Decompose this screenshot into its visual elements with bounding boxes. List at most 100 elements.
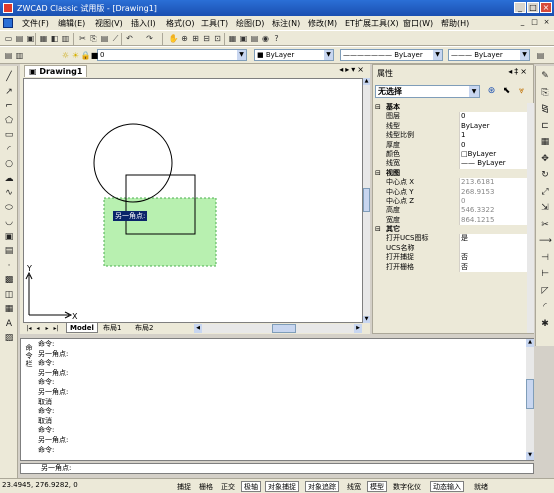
mirror-icon[interactable]: ⧎ — [539, 103, 551, 115]
insert-block-icon[interactable]: ▣ — [3, 231, 15, 243]
menu-format[interactable]: 格式(O) — [166, 18, 195, 29]
property-value[interactable]: 864.1215 — [459, 215, 527, 226]
next-tab-icon[interactable]: ▸ — [43, 324, 51, 333]
status-toggle[interactable]: 对象追踪 — [305, 481, 339, 492]
status-toggle[interactable]: 正交 — [218, 481, 238, 492]
scroll-down-icon[interactable]: ▼ — [363, 316, 370, 323]
make-block-icon[interactable]: ▤ — [3, 245, 15, 257]
close-icon[interactable]: × — [357, 65, 366, 74]
break-icon[interactable]: ⊣ — [539, 252, 551, 264]
collapse-toggle-icon[interactable]: ⊟ — [375, 103, 381, 112]
property-value[interactable] — [459, 243, 527, 254]
property-row[interactable]: 中心点 X 213.6181 — [375, 178, 527, 188]
array-icon[interactable]: ▦ — [539, 136, 551, 148]
trim-icon[interactable]: ✂ — [539, 219, 551, 231]
scale-icon[interactable]: ⤢ — [539, 186, 551, 198]
new-icon[interactable]: ▭ — [3, 33, 14, 44]
scroll-thumb[interactable] — [526, 379, 534, 409]
status-toggle[interactable]: 对象捕捉 — [265, 481, 299, 492]
explode-icon[interactable]: ✱ — [539, 318, 551, 330]
horizontal-scrollbar[interactable]: ◀ ▶ — [194, 324, 362, 333]
scroll-right-icon[interactable]: ▶ — [354, 324, 362, 333]
property-category[interactable]: ⊟ 基本 — [375, 103, 527, 112]
linetype-combo[interactable]: ——————— ByLayer ▼ — [340, 49, 443, 61]
region-icon[interactable]: ◫ — [3, 289, 15, 301]
status-toggle[interactable]: 极轴 — [241, 481, 261, 492]
tab-layout1[interactable]: 布局1 — [100, 323, 124, 333]
print-icon[interactable]: ▦ — [38, 33, 49, 44]
menu-help[interactable]: 帮助(H) — [441, 18, 469, 29]
property-value[interactable]: 546.3322 — [459, 206, 527, 216]
table-icon[interactable]: ▦ — [3, 303, 15, 315]
image-icon[interactable]: ▨ — [3, 332, 15, 344]
property-row[interactable]: 中心点 Y 268.9153 — [375, 187, 527, 197]
zoom-realtime-icon[interactable]: ⊕ — [179, 33, 190, 44]
rectangle-icon[interactable]: ▭ — [3, 129, 15, 141]
property-row[interactable]: 颜色 □ByLayer — [375, 149, 527, 160]
quick-select-icon[interactable]: ⊛ — [486, 86, 497, 97]
command-input[interactable]: 另一角点: — [20, 463, 534, 474]
extend-icon[interactable]: ⟶ — [539, 235, 552, 247]
plotstyle-icon[interactable]: ▤ — [535, 50, 546, 61]
move-icon[interactable]: ✥ — [539, 153, 551, 165]
property-row[interactable]: 打开UCS图标 是 — [375, 234, 527, 244]
close-icon[interactable]: × — [520, 67, 529, 76]
property-value[interactable]: 213.6181 — [459, 178, 527, 188]
property-value[interactable]: ByLayer — [459, 121, 527, 132]
menu-dimension[interactable]: 标注(N) — [272, 18, 300, 29]
toolpalette-icon[interactable]: ▤ — [249, 33, 260, 44]
preview-icon[interactable]: ◧ — [49, 33, 60, 44]
prev-tab-icon[interactable]: ◂ — [34, 324, 42, 333]
property-row[interactable]: 高度 546.3322 — [375, 206, 527, 216]
drawing-tab[interactable]: ▣ Drawing1 — [24, 65, 88, 77]
property-value[interactable]: 是 — [459, 234, 527, 244]
revcloud-icon[interactable]: ☁ — [3, 173, 15, 185]
property-row[interactable]: 中心点 Z 0 — [375, 196, 527, 207]
mdi-close-button[interactable]: × — [542, 18, 551, 27]
property-value[interactable]: 0 — [459, 140, 527, 150]
property-value[interactable]: —— ByLayer — [459, 159, 527, 169]
property-value[interactable]: 268.9153 — [459, 187, 527, 197]
layer-combo[interactable]: 0 ▼ — [97, 49, 247, 61]
first-tab-icon[interactable]: |◂ — [25, 324, 33, 333]
selection-dropdown[interactable]: 无选择 ▼ — [375, 85, 480, 98]
property-category[interactable]: ⊟ 视图 — [375, 169, 527, 178]
zoom-previous-icon[interactable]: ⊟ — [201, 33, 212, 44]
property-row[interactable]: 线型 ByLayer — [375, 121, 527, 132]
menu-view[interactable]: 视图(V) — [95, 18, 123, 29]
arc-icon[interactable]: ◜ — [3, 144, 15, 156]
rotate-icon[interactable]: ↻ — [539, 169, 551, 181]
designcenter-icon[interactable]: ▣ — [238, 33, 249, 44]
maximize-button[interactable]: □ — [527, 2, 539, 13]
filter-icon[interactable]: ⩔ — [516, 86, 527, 97]
collapse-toggle-icon[interactable]: ⊟ — [375, 169, 381, 178]
select-objects-icon[interactable]: ⬉ — [501, 86, 512, 97]
help-icon[interactable]: ? — [271, 33, 282, 44]
minimize-button[interactable]: _ — [514, 2, 526, 13]
status-toggle[interactable]: 栅格 — [196, 481, 216, 492]
property-row[interactable]: 打开捕捉 否 — [375, 253, 527, 263]
properties-icon[interactable]: ▦ — [227, 33, 238, 44]
offset-icon[interactable]: ⊏ — [539, 120, 551, 132]
zoom-window-icon[interactable]: ⊞ — [190, 33, 201, 44]
property-row[interactable]: 图层 0 — [375, 112, 527, 122]
calc-icon[interactable]: ◉ — [260, 33, 271, 44]
property-value[interactable]: 否 — [459, 253, 527, 263]
tab-layout2[interactable]: 布局2 — [132, 323, 156, 333]
stretch-icon[interactable]: ⇲ — [539, 202, 551, 214]
ellipse-arc-icon[interactable]: ◡ — [3, 216, 15, 228]
menu-tools[interactable]: 工具(T) — [201, 18, 228, 29]
lineweight-combo[interactable]: ——— ByLayer ▼ — [448, 49, 530, 61]
property-value[interactable]: □ByLayer — [459, 149, 527, 160]
fillet-icon[interactable]: ◜ — [539, 301, 551, 313]
status-toggle[interactable]: 模型 — [367, 481, 387, 492]
property-row[interactable]: 宽度 864.1215 — [375, 215, 527, 226]
scroll-down-icon[interactable]: ▼ — [526, 452, 534, 460]
open-icon[interactable]: ▤ — [14, 33, 25, 44]
menu-modify[interactable]: 修改(M) — [308, 18, 337, 29]
menu-draw[interactable]: 绘图(D) — [236, 18, 264, 29]
hatch-icon[interactable]: ▩ — [3, 274, 15, 286]
property-row[interactable]: 厚度 0 — [375, 140, 527, 150]
scroll-thumb[interactable] — [272, 324, 296, 333]
chamfer-icon[interactable]: ◸ — [539, 285, 551, 297]
